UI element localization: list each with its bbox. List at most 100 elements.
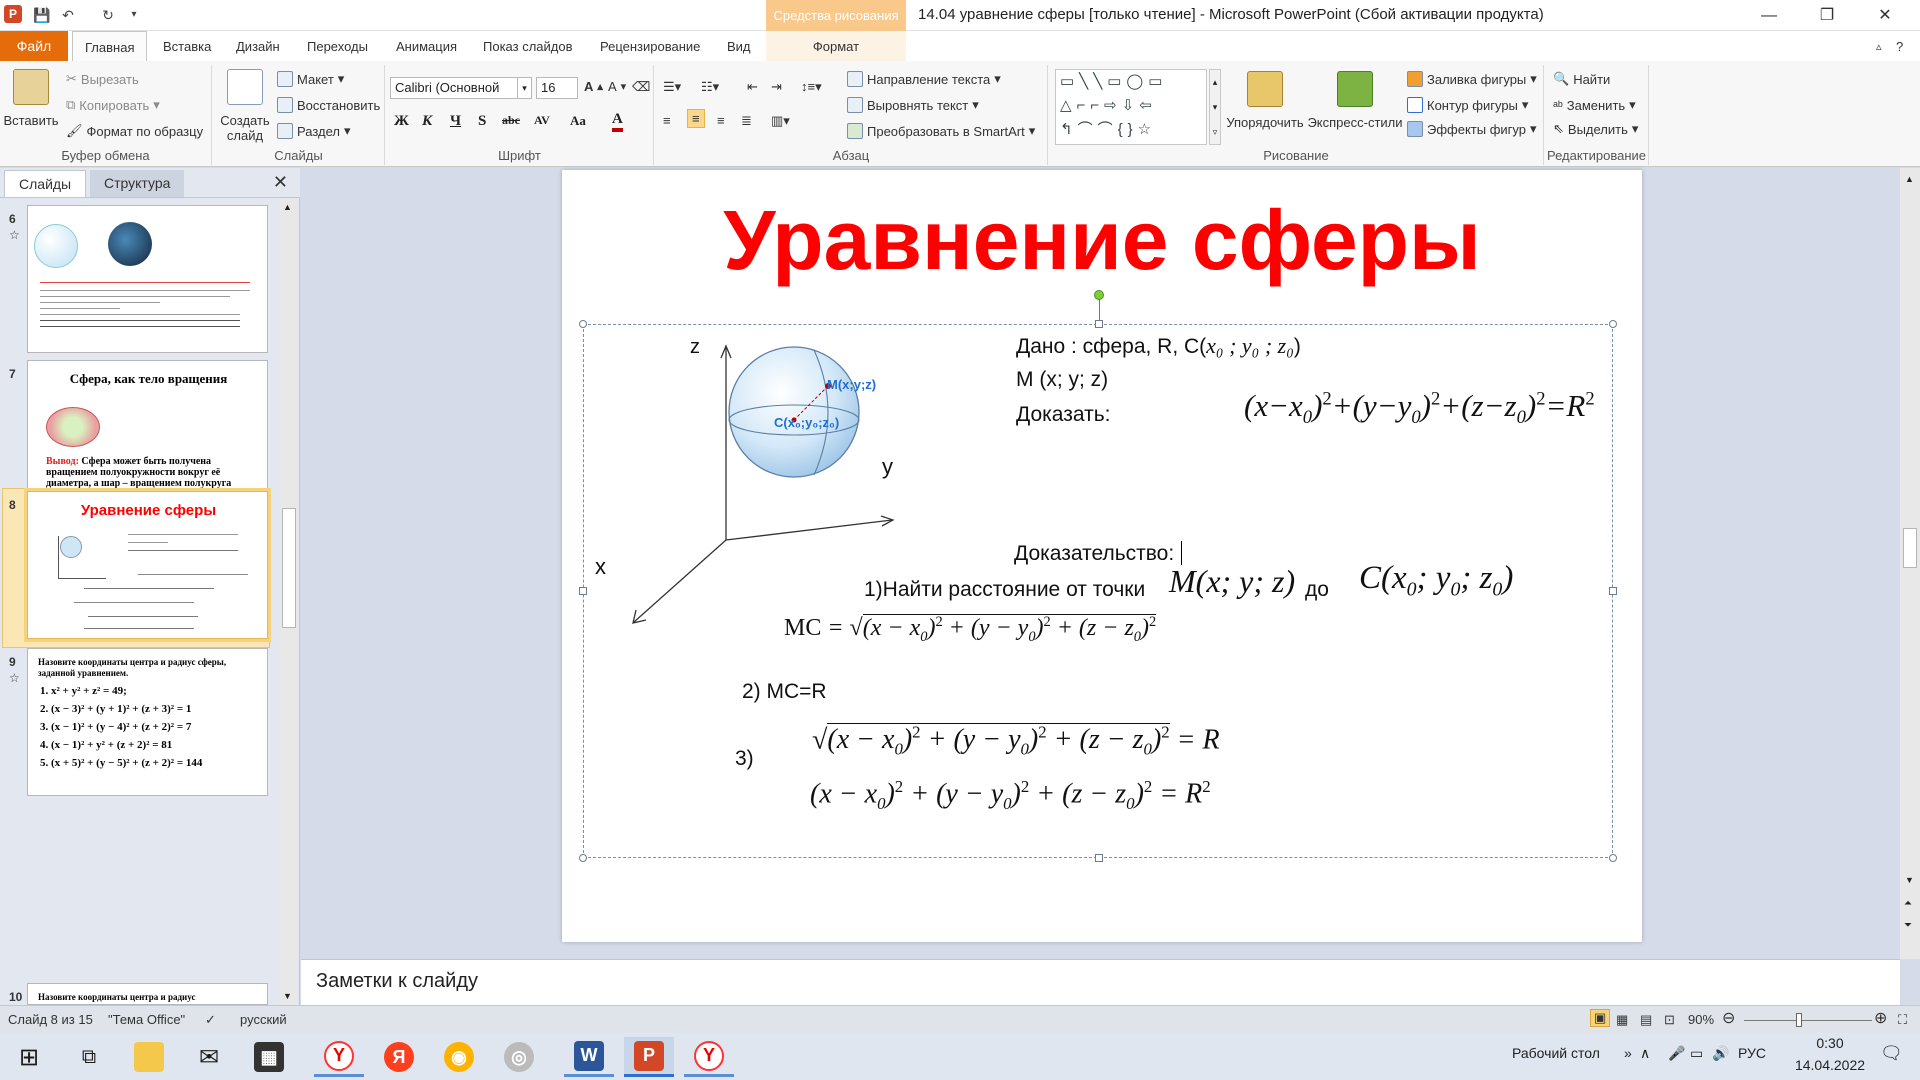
input-language[interactable]: РУС <box>1738 1045 1766 1061</box>
font-name-dropdown-icon[interactable]: ▾ <box>518 77 532 99</box>
align-right-icon[interactable]: ≡ <box>717 113 725 128</box>
zoom-slider-thumb[interactable] <box>1796 1013 1802 1027</box>
shapes-gallery[interactable]: ▭╲╲▭◯▭ △⌐⌐⇨⇩⇦ ↰⌒⌒{}☆ <box>1055 69 1207 145</box>
font-color-button[interactable]: A <box>612 111 623 132</box>
zoom-out-icon[interactable]: ⊖ <box>1722 1008 1735 1028</box>
bold-button[interactable]: Ж <box>394 113 409 130</box>
resize-handle[interactable] <box>1609 854 1617 862</box>
theme-name[interactable]: "Тема Office" <box>108 1012 185 1027</box>
resize-handle[interactable] <box>1095 320 1103 328</box>
clock-time[interactable]: 0:30 <box>1800 1035 1860 1051</box>
tab-review[interactable]: Рецензирование <box>600 31 700 61</box>
previous-slide-icon[interactable]: ⏶ <box>1904 898 1912 909</box>
grow-font-icon[interactable]: A ▴ <box>584 79 603 94</box>
slide-sorter-icon[interactable]: ▦ <box>1616 1012 1628 1028</box>
shapes-gallery-scroll[interactable]: ▴ ▾ ▿ <box>1209 69 1221 145</box>
zoom-slider[interactable] <box>1744 1020 1872 1021</box>
close-button[interactable]: ✕ <box>1856 0 1914 31</box>
format-painter-button[interactable]: 🖌 Формат по образцу <box>66 123 203 139</box>
desktop-toolbar[interactable]: Рабочий стол <box>1512 1045 1600 1061</box>
underline-button[interactable]: Ч <box>450 113 461 130</box>
taskbar-calculator[interactable]: ▦ <box>244 1037 294 1077</box>
rotation-handle[interactable] <box>1094 290 1104 300</box>
tab-view[interactable]: Вид <box>727 31 751 61</box>
text-direction-button[interactable]: Направление текста ▾ <box>847 71 1001 87</box>
align-text-button[interactable]: Выровнять текст ▾ <box>847 97 979 113</box>
shape-fill-button[interactable]: Заливка фигуры ▾ <box>1407 71 1537 87</box>
tab-slideshow[interactable]: Показ слайдов <box>483 31 573 61</box>
char-spacing-button[interactable]: AV <box>534 113 550 128</box>
zoom-level[interactable]: 90% <box>1688 1012 1714 1027</box>
justify-icon[interactable]: ≣ <box>741 113 752 129</box>
decrease-indent-icon[interactable]: ⇤ <box>747 79 758 95</box>
next-slide-icon[interactable]: ⏷ <box>1904 920 1912 931</box>
font-size-select[interactable]: 16 <box>536 77 578 99</box>
slide-canvas[interactable]: Уравнение сферы z y x M(x;y;z) C(x₀;y₀;z… <box>562 170 1642 942</box>
slide-thumbnail-7[interactable]: Сфера, как тело вращения Вывод: Сфера мо… <box>27 360 268 508</box>
panel-close-icon[interactable]: ✕ <box>273 172 288 193</box>
maximize-button[interactable]: ❐ <box>1798 0 1856 31</box>
resize-handle[interactable] <box>579 854 587 862</box>
tab-transitions[interactable]: Переходы <box>307 31 368 61</box>
redo-icon[interactable]: ↻ <box>98 5 118 25</box>
undo-icon[interactable]: ↶ <box>58 5 78 25</box>
resize-handle[interactable] <box>579 320 587 328</box>
arrange-button[interactable]: Упорядочить <box>1225 71 1305 130</box>
reading-view-icon[interactable]: ▤ <box>1640 1012 1652 1028</box>
align-center-icon[interactable]: ≡ <box>687 109 705 128</box>
bullets-icon[interactable]: ☰▾ <box>663 79 681 95</box>
save-icon[interactable]: 💾 <box>32 5 52 25</box>
change-case-button[interactable]: Aa <box>570 113 586 129</box>
normal-view-icon[interactable]: ▣ <box>1590 1009 1611 1027</box>
taskbar-word[interactable]: W <box>564 1037 614 1077</box>
strikethrough-button[interactable]: abc <box>502 113 520 128</box>
panel-scrollbar[interactable]: ▲ ▼ <box>280 198 298 1005</box>
tab-outline[interactable]: Структура <box>90 170 185 197</box>
start-button[interactable]: ⊞ <box>4 1037 54 1077</box>
minimize-button[interactable]: — <box>1740 0 1798 31</box>
align-left-icon[interactable]: ≡ <box>663 113 671 128</box>
line-spacing-icon[interactable]: ↕≡▾ <box>801 79 822 95</box>
copy-button[interactable]: ⧉ Копировать ▾ <box>66 97 160 113</box>
shape-outline-button[interactable]: Контур фигуры ▾ <box>1407 97 1528 113</box>
panel-scroll-thumb[interactable] <box>282 508 296 628</box>
powerpoint-app-icon[interactable]: P <box>4 5 22 23</box>
customize-toolbar-icon[interactable]: ▾ <box>124 5 144 25</box>
taskbar-yandex[interactable]: Я <box>374 1037 424 1077</box>
tab-home[interactable]: Главная <box>72 31 148 61</box>
taskbar-mail[interactable]: ✉ <box>184 1037 234 1077</box>
fit-to-window-icon[interactable]: ⛶ <box>1898 1012 1907 1028</box>
notifications-icon[interactable]: 🗨 <box>1880 1043 1903 1064</box>
zoom-in-icon[interactable]: ⊕ <box>1874 1008 1887 1028</box>
slide-scrollbar[interactable]: ▲ ▼ ⏶ ⏷ <box>1900 168 1920 959</box>
section-button[interactable]: Раздел ▾ <box>277 123 351 139</box>
slide-thumbnail-6[interactable] <box>27 205 268 353</box>
shrink-font-icon[interactable]: A ▾ <box>608 79 626 94</box>
tab-animation[interactable]: Анимация <box>396 31 457 61</box>
resize-handle[interactable] <box>1609 320 1617 328</box>
microphone-icon[interactable]: 🎤 <box>1668 1045 1685 1062</box>
network-icon[interactable]: ▭ <box>1690 1045 1703 1062</box>
font-name-select[interactable]: Calibri (Основной <box>390 77 518 99</box>
cut-button[interactable]: ✂ Вырезать <box>66 71 139 87</box>
language-status[interactable]: русский <box>240 1012 287 1027</box>
taskbar-browser[interactable]: ◉ <box>434 1037 484 1077</box>
reset-button[interactable]: Восстановить <box>277 97 380 113</box>
slide-title[interactable]: Уравнение сферы <box>562 192 1642 289</box>
notes-placeholder[interactable]: Заметки к слайду <box>316 970 478 993</box>
increase-indent-icon[interactable]: ⇥ <box>771 79 782 95</box>
shadow-button[interactable]: S <box>478 113 486 130</box>
scroll-down-icon[interactable]: ▼ <box>283 991 292 1001</box>
new-slide-button[interactable]: Создать слайд <box>217 69 273 143</box>
resize-handle[interactable] <box>579 587 587 595</box>
columns-icon[interactable]: ▥▾ <box>771 113 790 129</box>
tab-slides[interactable]: Слайды <box>4 170 87 197</box>
slideshow-view-icon[interactable]: ⊡ <box>1664 1012 1675 1028</box>
italic-button[interactable]: К <box>422 113 432 130</box>
resize-handle[interactable] <box>1609 587 1617 595</box>
taskbar-explorer[interactable] <box>124 1037 174 1077</box>
find-button[interactable]: 🔍 Найти <box>1553 71 1610 87</box>
ribbon-collapse-icon[interactable]: ▵ <box>1876 31 1882 61</box>
desktop-toolbar-chevron-icon[interactable]: » <box>1624 1045 1632 1061</box>
paste-button[interactable]: Вставить <box>3 69 59 128</box>
